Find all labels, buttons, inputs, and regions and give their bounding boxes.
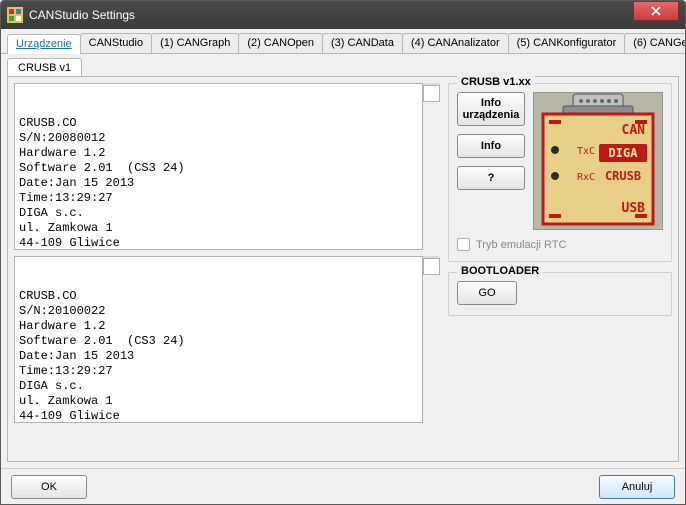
device-image: CAN TxC DIGA RxC CRUSB USB [533,92,663,230]
sub-tabs: CRUSB v1 [7,58,679,77]
device-info-bottom: CRUSB.CO S/N:20100022 Hardware 1.2 Softw… [14,256,423,423]
tab-cangraph[interactable]: (1) CANGraph [151,33,239,53]
group-bootloader: BOOTLOADER GO [448,272,672,316]
svg-text:TxC: TxC [577,146,595,157]
tab-cankonfigurator[interactable]: (5) CANKonfigurator [508,33,626,53]
rtc-emulation-label: Tryb emulacji RTC [476,239,566,251]
app-icon [7,7,23,23]
close-button[interactable] [633,1,679,21]
device-info-bottom-wrap: CRUSB.CO S/N:20100022 Hardware 1.2 Softw… [14,256,440,423]
footer: OK Anuluj [1,468,685,504]
info-device-button[interactable]: Info urządzenia [457,92,525,126]
tab-candata[interactable]: (3) CANData [322,33,403,53]
tab-canopen[interactable]: (2) CANOpen [238,33,323,53]
left-column: CRUSB.CO S/N:20080012 Hardware 1.2 Softw… [14,83,440,455]
tab-canstudio[interactable]: CANStudio [80,33,152,53]
ok-button[interactable]: OK [11,475,87,499]
device-info-bottom-text: CRUSB.CO S/N:20100022 Hardware 1.2 Softw… [15,287,422,423]
corner-cell-bottom [423,258,440,275]
main-tabs: Urządzenie CANStudio (1) CANGraph (2) CA… [1,29,685,54]
svg-text:DIGA: DIGA [609,146,639,160]
device-info-top: CRUSB.CO S/N:20080012 Hardware 1.2 Softw… [14,83,423,250]
svg-text:USB: USB [622,201,646,216]
subtab-crusb-v1[interactable]: CRUSB v1 [7,58,82,77]
svg-text:CRUSB: CRUSB [605,169,641,183]
checkbox-icon [457,238,470,251]
tab-cangenerator[interactable]: (6) CANGenerator [624,33,686,53]
close-icon [651,6,661,16]
svg-text:RxC: RxC [577,172,595,183]
titlebar: CANStudio Settings [1,1,685,29]
cancel-button[interactable]: Anuluj [599,475,675,499]
content-area: CRUSB v1 CRUSB.CO S/N:20080012 Hardware … [1,54,685,468]
window-title: CANStudio Settings [29,8,633,22]
panel-device: CRUSB.CO S/N:20080012 Hardware 1.2 Softw… [7,76,679,462]
device-info-top-wrap: CRUSB.CO S/N:20080012 Hardware 1.2 Softw… [14,83,440,250]
group-bootloader-title: BOOTLOADER [457,265,543,277]
rtc-emulation-checkbox[interactable]: Tryb emulacji RTC [457,238,663,251]
corner-cell-top [423,85,440,102]
device-info-top-text: CRUSB.CO S/N:20080012 Hardware 1.2 Softw… [15,114,422,250]
tab-cananalizator[interactable]: (4) CANAnalizator [402,33,509,53]
settings-window: CANStudio Settings Urządzenie CANStudio … [0,0,686,505]
right-column: CRUSB v1.xx Info urządzenia Info ? [448,83,672,455]
svg-text:CAN: CAN [622,123,646,138]
tab-device[interactable]: Urządzenie [7,34,81,54]
info-button[interactable]: Info [457,134,525,158]
group-crusb-title: CRUSB v1.xx [457,76,535,88]
group-crusb: CRUSB v1.xx Info urządzenia Info ? [448,83,672,262]
bootloader-go-button[interactable]: GO [457,281,517,305]
help-button[interactable]: ? [457,166,525,190]
